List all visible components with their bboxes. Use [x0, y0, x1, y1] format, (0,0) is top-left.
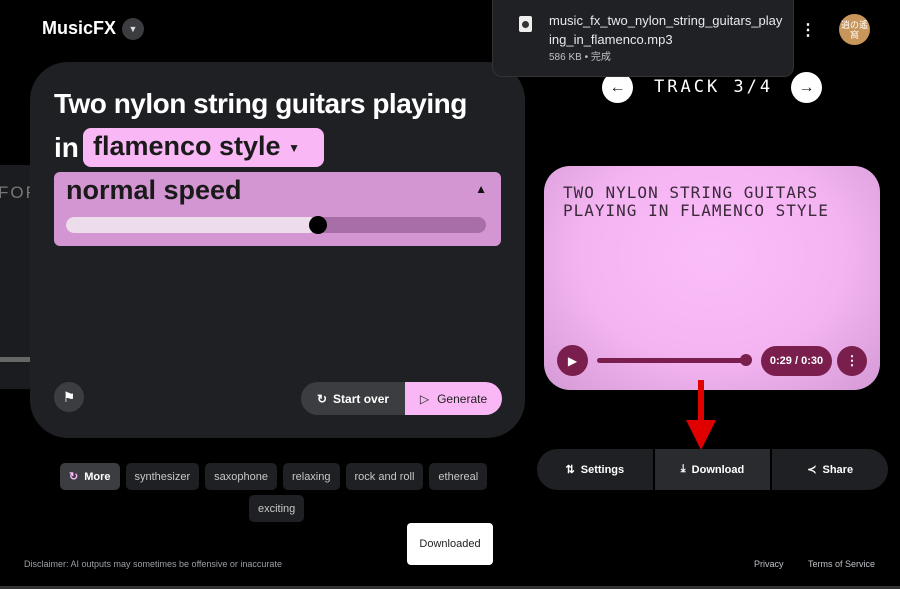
suggestion-chip[interactable]: exciting — [249, 495, 305, 522]
download-popup: music_fx_two_nylon_string_guitars_playin… — [492, 0, 794, 77]
arrow-right-icon: → — [798, 78, 815, 96]
annotation-arrow — [686, 380, 716, 450]
share-icon: ≺ — [807, 464, 817, 476]
generate-label: Generate — [437, 391, 488, 406]
style-chip[interactable]: flamenco style ▼ — [83, 128, 324, 167]
terms-link[interactable]: Terms of Service — [808, 559, 875, 569]
speed-slider-fill — [66, 217, 318, 233]
settings-label: Settings — [580, 463, 625, 476]
downloaded-toast: Downloaded — [407, 523, 493, 565]
playback-time: 0:29 / 0:30 — [761, 346, 832, 376]
side-card-slider — [0, 357, 30, 362]
suggestion-chip[interactable]: saxophone — [205, 463, 277, 490]
play-button[interactable]: ▶ — [557, 345, 588, 376]
speed-slider-thumb[interactable] — [309, 216, 327, 234]
download-label: Download — [691, 463, 745, 476]
suggestion-chip[interactable]: synthesizer — [125, 463, 200, 490]
suggestion-chips: ↻ More synthesizer saxophone relaxing roc… — [60, 463, 500, 490]
start-over-label: Start over — [333, 391, 390, 406]
next-track-button[interactable]: → — [791, 72, 822, 103]
download-meta: 586 KB • 完成 — [549, 52, 611, 63]
play-icon: ▶ — [567, 353, 578, 368]
player-more-icon[interactable]: ⋮ — [837, 346, 867, 376]
speed-chip-label: normal speed — [66, 175, 242, 205]
track-counter: TRACK 3/4 — [654, 77, 774, 97]
suggestion-chip[interactable]: relaxing — [282, 463, 340, 490]
sparkle-send-icon: ▷ — [419, 391, 430, 406]
style-chip-label: flamenco style — [93, 131, 281, 161]
download-file-name[interactable]: music_fx_two_nylon_string_guitars_playin… — [549, 11, 785, 49]
share-label: Share — [822, 463, 854, 476]
prompt-line-1: Two nylon string guitars playing — [54, 88, 467, 119]
disclaimer: Disclaimer: AI outputs may sometimes be … — [24, 559, 282, 569]
suggestion-chip[interactable]: rock and roll — [345, 463, 424, 490]
share-button[interactable]: ≺ Share — [772, 449, 889, 490]
prompt-line-2-prefix: in — [54, 132, 79, 163]
generate-button[interactable]: ▷ Generate — [405, 382, 502, 415]
more-button[interactable]: ↻ More — [60, 463, 120, 490]
track-card: TWO NYLON STRING GUITARS PLAYING IN FLAM… — [544, 166, 880, 390]
suggestion-chip[interactable]: ethereal — [429, 463, 488, 490]
speed-slider[interactable] — [66, 216, 486, 234]
audio-file-icon — [519, 16, 532, 32]
prompt-card: Two nylon string guitars playing in flam… — [30, 62, 525, 438]
tune-icon: ⇅ — [565, 464, 575, 476]
track-title: TWO NYLON STRING GUITARS PLAYING IN FLAM… — [563, 183, 829, 220]
start-over-button[interactable]: ↻ Start over — [301, 382, 405, 415]
app-logo[interactable]: MusicFX — [42, 18, 116, 39]
chevron-down-icon[interactable]: ▼ — [122, 18, 144, 40]
refresh-icon: ↻ — [69, 471, 79, 483]
track-actions: ⇅ Settings ⤓ Download ≺ Share — [537, 449, 889, 490]
caret-up-icon[interactable]: ▲ — [475, 182, 487, 196]
playback-progress[interactable] — [597, 354, 753, 366]
download-button[interactable]: ⤓ Download — [654, 449, 771, 490]
flag-icon[interactable]: ⚑ — [54, 382, 84, 412]
more-label: More — [84, 470, 111, 483]
caret-down-icon: ▼ — [288, 140, 300, 155]
playback-thumb[interactable] — [740, 354, 753, 366]
avatar[interactable]: 逍の遙窩 — [839, 14, 870, 45]
speed-chip[interactable]: normal speed ▲ — [54, 172, 501, 246]
more-vert-icon[interactable]: ⋮ — [800, 20, 816, 40]
restart-icon: ↻ — [316, 391, 328, 406]
arrow-left-icon: ← — [609, 78, 626, 96]
settings-button[interactable]: ⇅ Settings — [537, 449, 653, 490]
privacy-link[interactable]: Privacy — [754, 559, 784, 569]
download-icon: ⤓ — [680, 463, 686, 475]
